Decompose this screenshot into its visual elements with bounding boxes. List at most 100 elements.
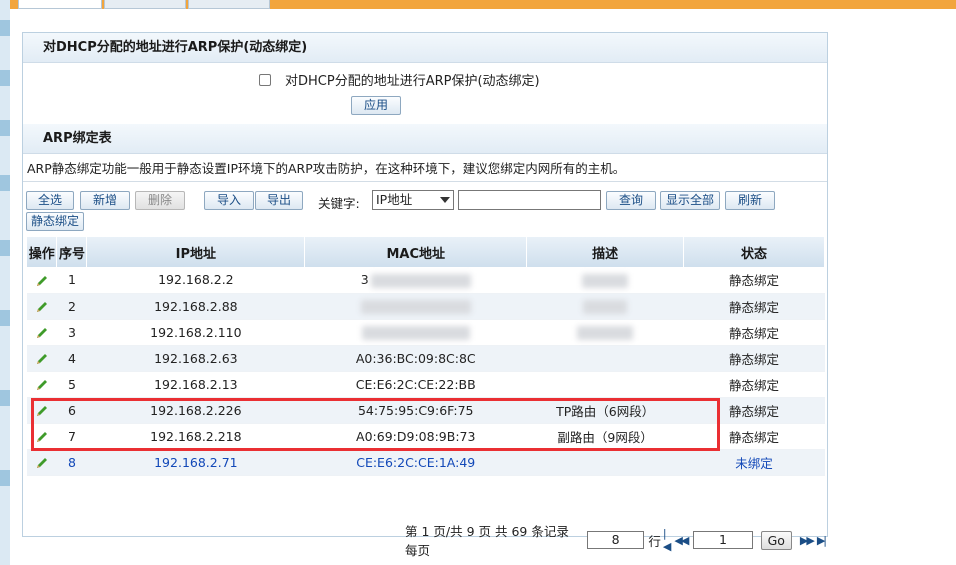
row-status: 静态绑定 — [683, 397, 825, 424]
edit-pencil-icon[interactable] — [35, 326, 49, 340]
left-strip — [0, 0, 10, 565]
tab-arp-binding[interactable] — [18, 0, 102, 9]
delete-button[interactable]: 删除 — [135, 191, 185, 210]
per-page-input[interactable]: 8 — [586, 531, 645, 549]
row-mac: 3 — [304, 267, 527, 294]
row-status: 静态绑定 — [683, 345, 825, 372]
show-all-button[interactable]: 显示全部 — [660, 191, 720, 210]
row-mac — [304, 319, 527, 346]
table-header-row: 操作 序号 IP地址 MAC地址 描述 状态 — [27, 237, 825, 267]
col-header-status: 状态 — [683, 237, 825, 267]
arp-table: 操作 序号 IP地址 MAC地址 描述 状态 1 192.168.2.2 3 静… — [27, 237, 825, 476]
keyword-select-value: IP地址 — [376, 192, 413, 207]
search-button[interactable]: 查询 — [606, 191, 656, 210]
refresh-button[interactable]: 刷新 — [725, 191, 775, 210]
row-mac — [304, 293, 527, 320]
edit-pencil-icon[interactable] — [35, 274, 49, 288]
col-header-no: 序号 — [56, 237, 88, 267]
row-desc: 副路由（9网段） — [526, 423, 684, 450]
keyword-select[interactable]: IP地址 — [372, 190, 454, 210]
row-no: 2 — [56, 293, 87, 320]
arp-description: ARP静态绑定功能一般用于静态设置IP环境下的ARP攻击防护，在这种环境下，建议… — [27, 161, 626, 176]
redacted-mac — [361, 325, 470, 340]
keyword-label: 关键字: — [318, 196, 360, 211]
divider — [23, 181, 827, 182]
static-bind-button[interactable]: 静态绑定 — [26, 212, 84, 231]
row-mac: CE:E6:2C:CE:22:BB — [304, 371, 527, 398]
edit-pencil-icon[interactable] — [35, 378, 49, 392]
edit-pencil-icon[interactable] — [35, 352, 49, 366]
row-desc — [526, 345, 684, 372]
row-desc — [526, 371, 684, 398]
row-no: 6 — [56, 397, 87, 424]
arp-section-title: ARP绑定表 — [23, 124, 827, 154]
add-button[interactable]: 新增 — [80, 191, 130, 210]
row-desc — [526, 319, 684, 346]
table-row: 1 192.168.2.2 3 静态绑定 — [27, 267, 825, 294]
row-desc — [526, 449, 684, 476]
row-no: 1 — [56, 267, 87, 294]
row-mac: A0:69:D9:08:9B:73 — [304, 423, 527, 450]
redacted-desc — [583, 299, 628, 314]
edit-pencil-icon[interactable] — [35, 404, 49, 418]
row-status: 静态绑定 — [683, 371, 825, 398]
row-mac: CE:E6:2C:CE:1A:49 — [304, 449, 527, 476]
row-desc — [526, 293, 684, 320]
row-ip: 192.168.2.218 — [86, 423, 305, 450]
row-desc — [526, 267, 684, 294]
row-mac: 54:75:95:C9:6F:75 — [304, 397, 527, 424]
edit-pencil-icon[interactable] — [35, 430, 49, 444]
row-no: 8 — [56, 449, 87, 476]
pagination: 第 1 页/共 9 页 共 69 条记录 每页 8 行 |◀ ◀◀ 1 Go ▶… — [405, 521, 827, 559]
col-header-desc: 描述 — [526, 237, 685, 267]
redacted-mac — [370, 273, 471, 288]
row-ip: 192.168.2.110 — [86, 319, 305, 346]
dhcp-protect-checkbox[interactable] — [259, 73, 271, 86]
tab-bar — [10, 0, 956, 9]
row-no: 4 — [56, 345, 87, 372]
row-no: 3 — [56, 319, 87, 346]
row-status: 静态绑定 — [683, 293, 825, 320]
next-page-icon[interactable]: ▶▶ — [800, 534, 815, 547]
page-input[interactable]: 1 — [693, 531, 753, 549]
dhcp-protect-option: 对DHCP分配的地址进行ARP保护(动态绑定) — [259, 70, 540, 89]
apply-button[interactable]: 应用 — [351, 96, 401, 115]
row-mac-text: 3 — [360, 272, 369, 287]
table-row: 4 192.168.2.63 A0:36:BC:09:8C:8C 静态绑定 — [27, 345, 825, 372]
row-status: 静态绑定 — [683, 319, 825, 346]
col-header-mac: MAC地址 — [304, 237, 528, 267]
edit-pencil-icon[interactable] — [35, 300, 49, 314]
row-status: 静态绑定 — [683, 267, 825, 294]
dhcp-protect-label: 对DHCP分配的地址进行ARP保护(动态绑定) — [285, 74, 540, 89]
table-row: 3 192.168.2.110 静态绑定 — [27, 319, 825, 346]
row-status[interactable]: 未绑定 — [683, 449, 825, 476]
select-all-button[interactable]: 全选 — [26, 191, 74, 210]
row-no: 7 — [56, 423, 87, 450]
dhcp-section-title: 对DHCP分配的地址进行ARP保护(动态绑定) — [23, 33, 827, 63]
pager-row-unit: 行 — [648, 533, 661, 549]
col-header-ip: IP地址 — [86, 237, 306, 267]
row-ip: 192.168.2.88 — [86, 293, 305, 320]
table-row: 8 192.168.2.71 CE:E6:2C:CE:1A:49 未绑定 — [27, 449, 825, 476]
edit-pencil-icon[interactable] — [35, 456, 49, 470]
row-desc: TP路由（6网段） — [526, 397, 684, 424]
export-button[interactable]: 导出 — [255, 191, 303, 210]
go-button[interactable]: Go — [760, 530, 792, 550]
table-row: 6 192.168.2.226 54:75:95:C9:6F:75 TP路由（6… — [27, 397, 825, 424]
tab-arp-defense[interactable] — [188, 0, 270, 9]
table-row: 5 192.168.2.13 CE:E6:2C:CE:22:BB 静态绑定 — [27, 371, 825, 398]
tab-arp-detect[interactable] — [104, 0, 186, 9]
content-panel: 对DHCP分配的地址进行ARP保护(动态绑定) 对DHCP分配的地址进行ARP保… — [22, 32, 828, 558]
table-row: 2 192.168.2.88 静态绑定 — [27, 293, 825, 320]
import-button[interactable]: 导入 — [204, 191, 254, 210]
row-ip: 192.168.2.13 — [86, 371, 305, 398]
redacted-desc — [577, 325, 634, 340]
row-no: 5 — [56, 371, 87, 398]
prev-page-icon[interactable]: ◀◀ — [674, 534, 689, 547]
row-ip: 192.168.2.2 — [86, 267, 305, 294]
first-page-icon[interactable]: |◀ — [663, 527, 671, 553]
row-status: 静态绑定 — [683, 423, 825, 450]
last-page-icon[interactable]: ▶| — [817, 534, 827, 547]
row-ip: 192.168.2.226 — [86, 397, 305, 424]
keyword-input[interactable] — [458, 190, 601, 210]
